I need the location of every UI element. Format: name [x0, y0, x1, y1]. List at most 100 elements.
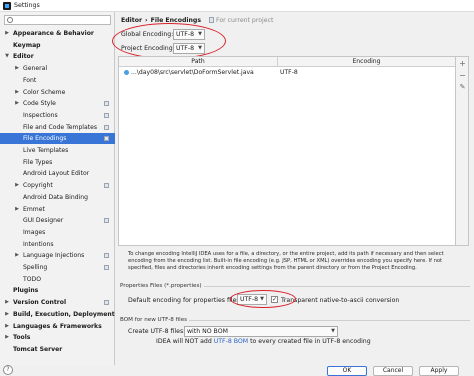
sidebar-item-label: Spelling [23, 264, 48, 271]
column-header-encoding[interactable]: Encoding [278, 57, 455, 67]
chevron-right-icon[interactable]: ▶ [4, 321, 10, 332]
apply-button[interactable]: Apply [419, 366, 459, 376]
bom-link[interactable]: UTF-8 BOM [214, 338, 248, 345]
sidebar-item-label: General [23, 65, 48, 73]
remove-icon[interactable]: − [457, 70, 468, 81]
sidebar-item-general[interactable]: ▶ General [0, 63, 115, 74]
sidebar-item-font[interactable]: Font [0, 75, 115, 86]
properties-encoding-label: Default encoding for properties files: [128, 297, 242, 304]
chevron-right-icon[interactable]: ▶ [14, 250, 20, 261]
sidebar-item-android-data-binding[interactable]: Android Data Binding [0, 192, 115, 203]
sidebar-item-todo[interactable]: TODO [0, 274, 115, 285]
chevron-down-icon: ▼ [331, 328, 335, 334]
row-path: ...\day08\src\servlet\DoFormServlet.java [131, 69, 254, 76]
sidebar-item-label: Keymap [13, 41, 41, 49]
chevron-right-icon[interactable]: ▶ [14, 63, 20, 74]
encoding-description: To change encoding IntelliJ IDEA uses fo… [128, 251, 444, 271]
sidebar-item-label: Editor [13, 53, 34, 61]
breadcrumb-parent: Editor [121, 17, 143, 24]
project-scope-icon [104, 124, 109, 130]
file-encoding-table: Path Encoding ...\day08\src\servlet\DoFo… [118, 56, 456, 246]
sidebar-item-label: Copyright [23, 182, 53, 190]
chevron-down-icon[interactable]: ▼ [4, 51, 10, 62]
sidebar-item-label: Languages & Frameworks [13, 322, 102, 330]
settings-search-input[interactable] [4, 15, 111, 25]
sidebar-item-file-encodings[interactable]: File Encodings [0, 133, 115, 145]
transparent-conversion-label: Transparent native-to-ascii conversion [281, 297, 400, 304]
chevron-right-icon[interactable]: ▶ [14, 87, 20, 98]
sidebar-item-android-layout-editor[interactable]: Android Layout Editor [0, 168, 115, 179]
table-header: Path Encoding [119, 57, 455, 67]
help-icon[interactable]: ? [3, 365, 13, 375]
sidebar-item-version-control[interactable]: ▶ Version Control [0, 297, 115, 308]
annotation-ellipse-properties [230, 290, 296, 308]
add-icon[interactable]: + [457, 58, 468, 69]
sidebar-item-label: Build, Execution, Deployment [13, 310, 115, 318]
sidebar-item-language-injections[interactable]: ▶ Language Injections [0, 250, 115, 261]
sidebar-item-label: File Types [23, 158, 53, 166]
sidebar-item-build-execution-deployment[interactable]: ▶ Build, Execution, Deployment [0, 309, 115, 320]
sidebar-item-code-style[interactable]: ▶ Code Style [0, 98, 115, 109]
chevron-right-icon[interactable]: ▶ [4, 309, 10, 320]
java-file-icon [124, 70, 129, 75]
sidebar-item-label: Tools [13, 334, 31, 342]
ok-button[interactable]: OK [327, 366, 367, 376]
breadcrumb-separator: › [145, 17, 148, 24]
bom-note-suffix: to every created file in UTF-8 encoding [248, 338, 371, 345]
sidebar-item-label: Version Control [13, 299, 67, 307]
sidebar-item-gui-designer[interactable]: GUI Designer [0, 215, 115, 226]
chevron-right-icon[interactable]: ▶ [14, 204, 20, 215]
sidebar-item-emmet[interactable]: ▶ Emmet [0, 204, 115, 215]
settings-sidebar: ▶ Appearance & Behavior Keymap ▼ Editor ▶ Gene… [0, 12, 115, 365]
project-scope-icon [104, 183, 109, 189]
sidebar-item-file-types[interactable]: File Types [0, 157, 115, 168]
sidebar-item-file-and-code-templates[interactable]: File and Code Templates [0, 122, 115, 133]
table-row[interactable]: ...\day08\src\servlet\DoFormServlet.java… [119, 68, 455, 77]
sidebar-item-color-scheme[interactable]: ▶ Color Scheme [0, 87, 115, 98]
sidebar-item-copyright[interactable]: ▶ Copyright [0, 180, 115, 191]
sidebar-item-spelling[interactable]: Spelling [0, 262, 115, 273]
sidebar-item-keymap[interactable]: Keymap [0, 40, 115, 51]
bom-note-prefix: IDEA will NOT add [156, 338, 214, 345]
sidebar-item-label: Tomcat Server [13, 345, 63, 353]
chevron-right-icon[interactable]: ▶ [4, 297, 10, 308]
sidebar-item-plugins[interactable]: Plugins [0, 285, 115, 296]
sidebar-item-label: GUI Designer [23, 217, 64, 225]
project-scope-icon [209, 17, 215, 23]
sidebar-item-label: Appearance & Behavior [13, 30, 94, 37]
sidebar-item-tomcat-server[interactable]: Tomcat Server [0, 344, 115, 355]
sidebar-item-inspections[interactable]: Inspections [0, 110, 115, 121]
sidebar-item-intentions[interactable]: Intentions [0, 239, 115, 250]
chevron-right-icon[interactable]: ▶ [14, 98, 20, 109]
chevron-right-icon[interactable]: ▶ [14, 180, 20, 191]
project-scope-icon [104, 112, 109, 118]
project-scope-icon [104, 218, 109, 224]
sidebar-item-editor[interactable]: ▼ Editor [0, 51, 115, 62]
project-scope-icon [104, 300, 109, 306]
chevron-right-icon[interactable]: ▶ [4, 28, 10, 39]
window-title: Settings [14, 2, 40, 9]
sidebar-item-live-templates[interactable]: Live Templates [0, 145, 115, 156]
chevron-right-icon[interactable]: ▶ [4, 332, 10, 343]
properties-group-title: Properties Files (*.properties) [120, 283, 204, 289]
column-header-path[interactable]: Path [119, 57, 278, 67]
project-scope-icon [104, 101, 109, 107]
sidebar-item-images[interactable]: Images [0, 227, 115, 238]
search-icon [7, 17, 13, 23]
sidebar-item-label: Color Scheme [23, 88, 66, 96]
sidebar-item-languages-frameworks[interactable]: ▶ Languages & Frameworks [0, 321, 115, 332]
sidebar-item-appearance-behavior[interactable]: ▶ Appearance & Behavior [0, 28, 115, 39]
sidebar-item-label: Images [23, 228, 46, 236]
cancel-button[interactable]: Cancel [373, 366, 413, 376]
edit-icon[interactable]: ✎ [457, 82, 468, 93]
app-icon [3, 2, 11, 10]
row-encoding[interactable]: UTF-8 [280, 68, 298, 77]
bom-note: IDEA will NOT add UTF-8 BOM to every cre… [156, 338, 371, 345]
sidebar-item-label: File and Code Templates [23, 123, 98, 131]
bom-create-label: Create UTF-8 files: [128, 328, 186, 335]
bom-create-select[interactable]: with NO BOM ▼ [184, 326, 338, 337]
sidebar-item-tools[interactable]: ▶ Tools [0, 332, 115, 343]
bom-group-title: BOM for new UTF-8 files [120, 317, 190, 323]
project-scope-icon [104, 265, 109, 270]
annotation-ellipse-encodings [112, 23, 226, 59]
